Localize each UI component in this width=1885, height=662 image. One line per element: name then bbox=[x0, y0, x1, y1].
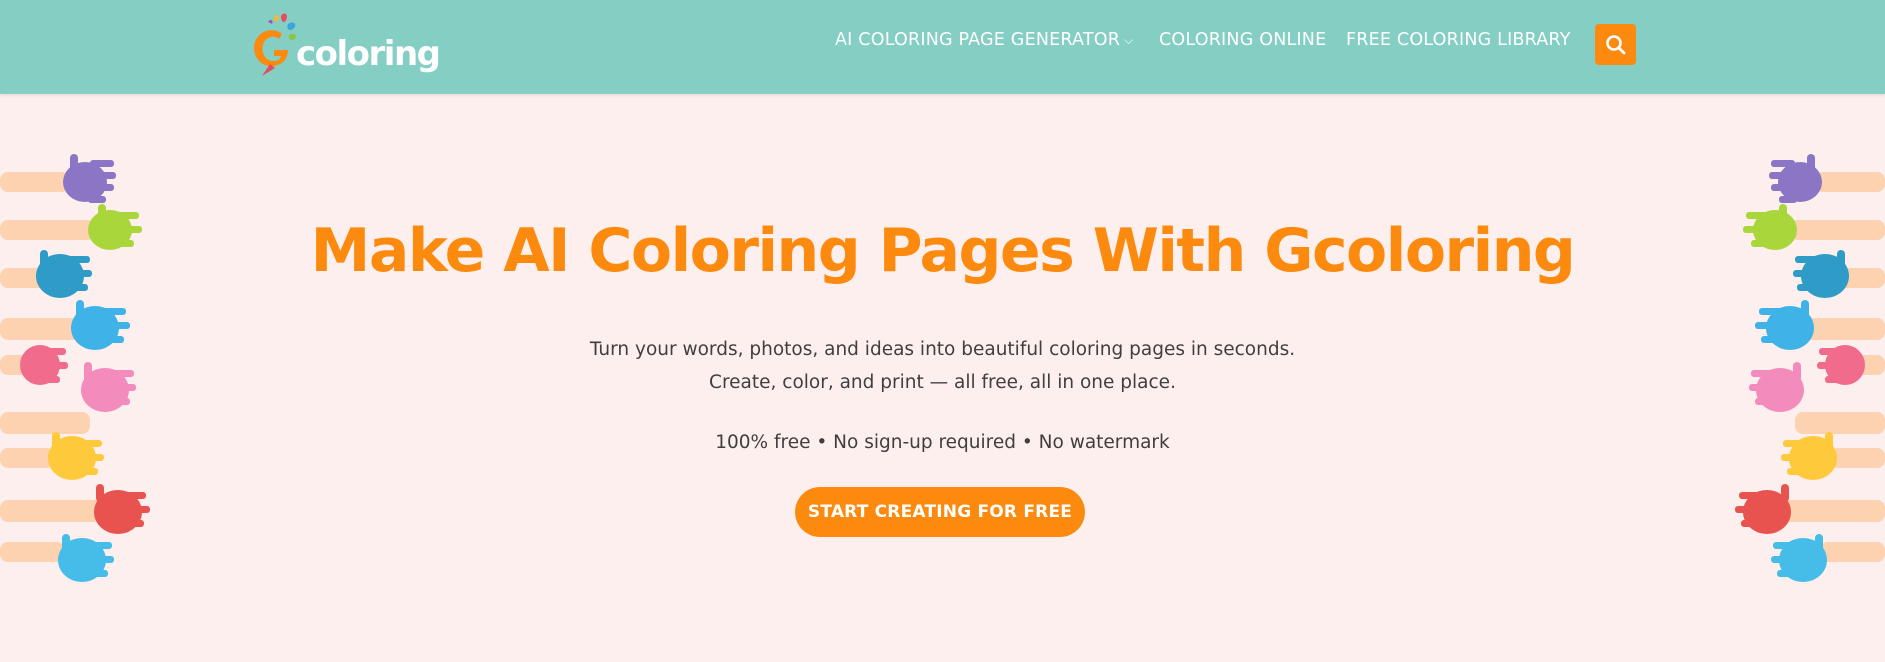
start-creating-button[interactable]: START CREATING FOR FREE bbox=[795, 487, 1085, 537]
nav-coloring-online-label: COLORING ONLINE bbox=[1159, 30, 1327, 50]
hero-subtitle-line-2: Create, color, and print — all free, all… bbox=[709, 372, 1176, 393]
chevron-down-icon: ⌵ bbox=[1124, 33, 1134, 47]
nav-ai-generator-label: AI COLORING PAGE GENERATOR bbox=[835, 30, 1121, 50]
nav-ai-coloring-page-generator[interactable]: AI COLORING PAGE GENERATOR ⌵ bbox=[835, 30, 1133, 50]
search-button[interactable] bbox=[1595, 24, 1636, 65]
logo-wordmark: coloring bbox=[296, 34, 441, 74]
nav-coloring-online[interactable]: COLORING ONLINE bbox=[1159, 30, 1326, 50]
site-header: coloring AI COLORING PAGE GENERATOR ⌵ COL… bbox=[0, 0, 1885, 94]
hero-title: Make AI Coloring Pages With Gcoloring bbox=[310, 216, 1576, 286]
hero-features-line: 100% free • No sign-up required • No wat… bbox=[715, 432, 1170, 453]
search-icon bbox=[1606, 35, 1626, 55]
gcoloring-logo[interactable]: coloring bbox=[248, 12, 441, 78]
hero-subtitle-line-1: Turn your words, photos, and ideas into … bbox=[589, 339, 1296, 360]
nav-free-coloring-library[interactable]: FREE COLORING LIBRARY bbox=[1346, 30, 1571, 50]
nav-free-library-label: FREE COLORING LIBRARY bbox=[1346, 30, 1571, 50]
